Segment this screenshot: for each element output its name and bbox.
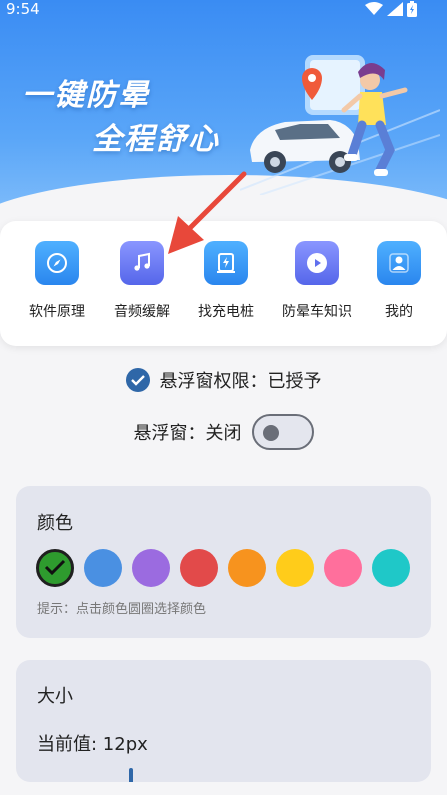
floating-window-toggle[interactable] [251,414,314,450]
hero-slogan-line1: 一键防晕 [22,78,150,113]
size-settings-card: 大小 当前值: 12px [16,660,431,782]
color-section-title: 颜色 [37,513,73,534]
color-swatch-purple[interactable] [132,549,170,587]
floating-window-label: 悬浮窗：关闭 [133,423,242,444]
hero-slogan-line2: 全程舒心 [92,122,220,157]
size-current-value: 当前值: 12px [37,734,148,755]
color-swatch-yellow[interactable] [276,549,314,587]
menu-label: 音频缓解 [114,304,170,320]
check-icon [44,559,66,576]
annotation-arrow [168,171,247,254]
menu-label: 我的 [385,304,413,320]
hero-illustration [240,55,440,195]
menu-label: 找充电桩 [198,304,254,320]
status-time: 9:54 [6,0,40,18]
toggle-knob [262,425,279,441]
menu-item-mine[interactable]: 我的 [359,241,439,321]
person-icon [377,241,421,285]
play-icon [295,241,339,285]
permission-status-text: 悬浮窗权限：已授予 [159,371,322,392]
size-section-title: 大小 [37,686,73,707]
color-swatches [36,549,410,587]
menu-label: 防晕车知识 [282,304,352,320]
permission-status-row: 悬浮窗权限：已授予 [0,367,447,393]
color-swatch-red[interactable] [180,549,218,587]
color-swatch-blue[interactable] [84,549,122,587]
floating-window-row: 悬浮窗：关闭 [0,414,447,450]
color-swatch-pink[interactable] [324,549,362,587]
compass-icon [35,241,79,285]
color-swatch-green[interactable] [36,549,74,587]
signal-icon [387,2,403,16]
system-icons [365,1,417,17]
color-swatch-teal[interactable] [372,549,410,587]
color-swatch-orange[interactable] [228,549,266,587]
music-note-icon [120,241,164,285]
check-circle-icon [125,368,150,392]
wifi-icon [365,2,383,15]
battery-icon [407,1,417,17]
menu-label: 软件原理 [29,304,85,320]
menu-item-knowledge[interactable]: 防晕车知识 [277,241,357,321]
menu-item-principle[interactable]: 软件原理 [17,241,97,321]
status-bar: 9:54 [0,0,447,22]
color-settings-card: 颜色 提示：点击颜色圆圈选择颜色 [16,486,431,638]
color-hint: 提示：点击颜色圆圈选择颜色 [37,602,207,617]
size-slider-thumb[interactable] [129,768,133,782]
